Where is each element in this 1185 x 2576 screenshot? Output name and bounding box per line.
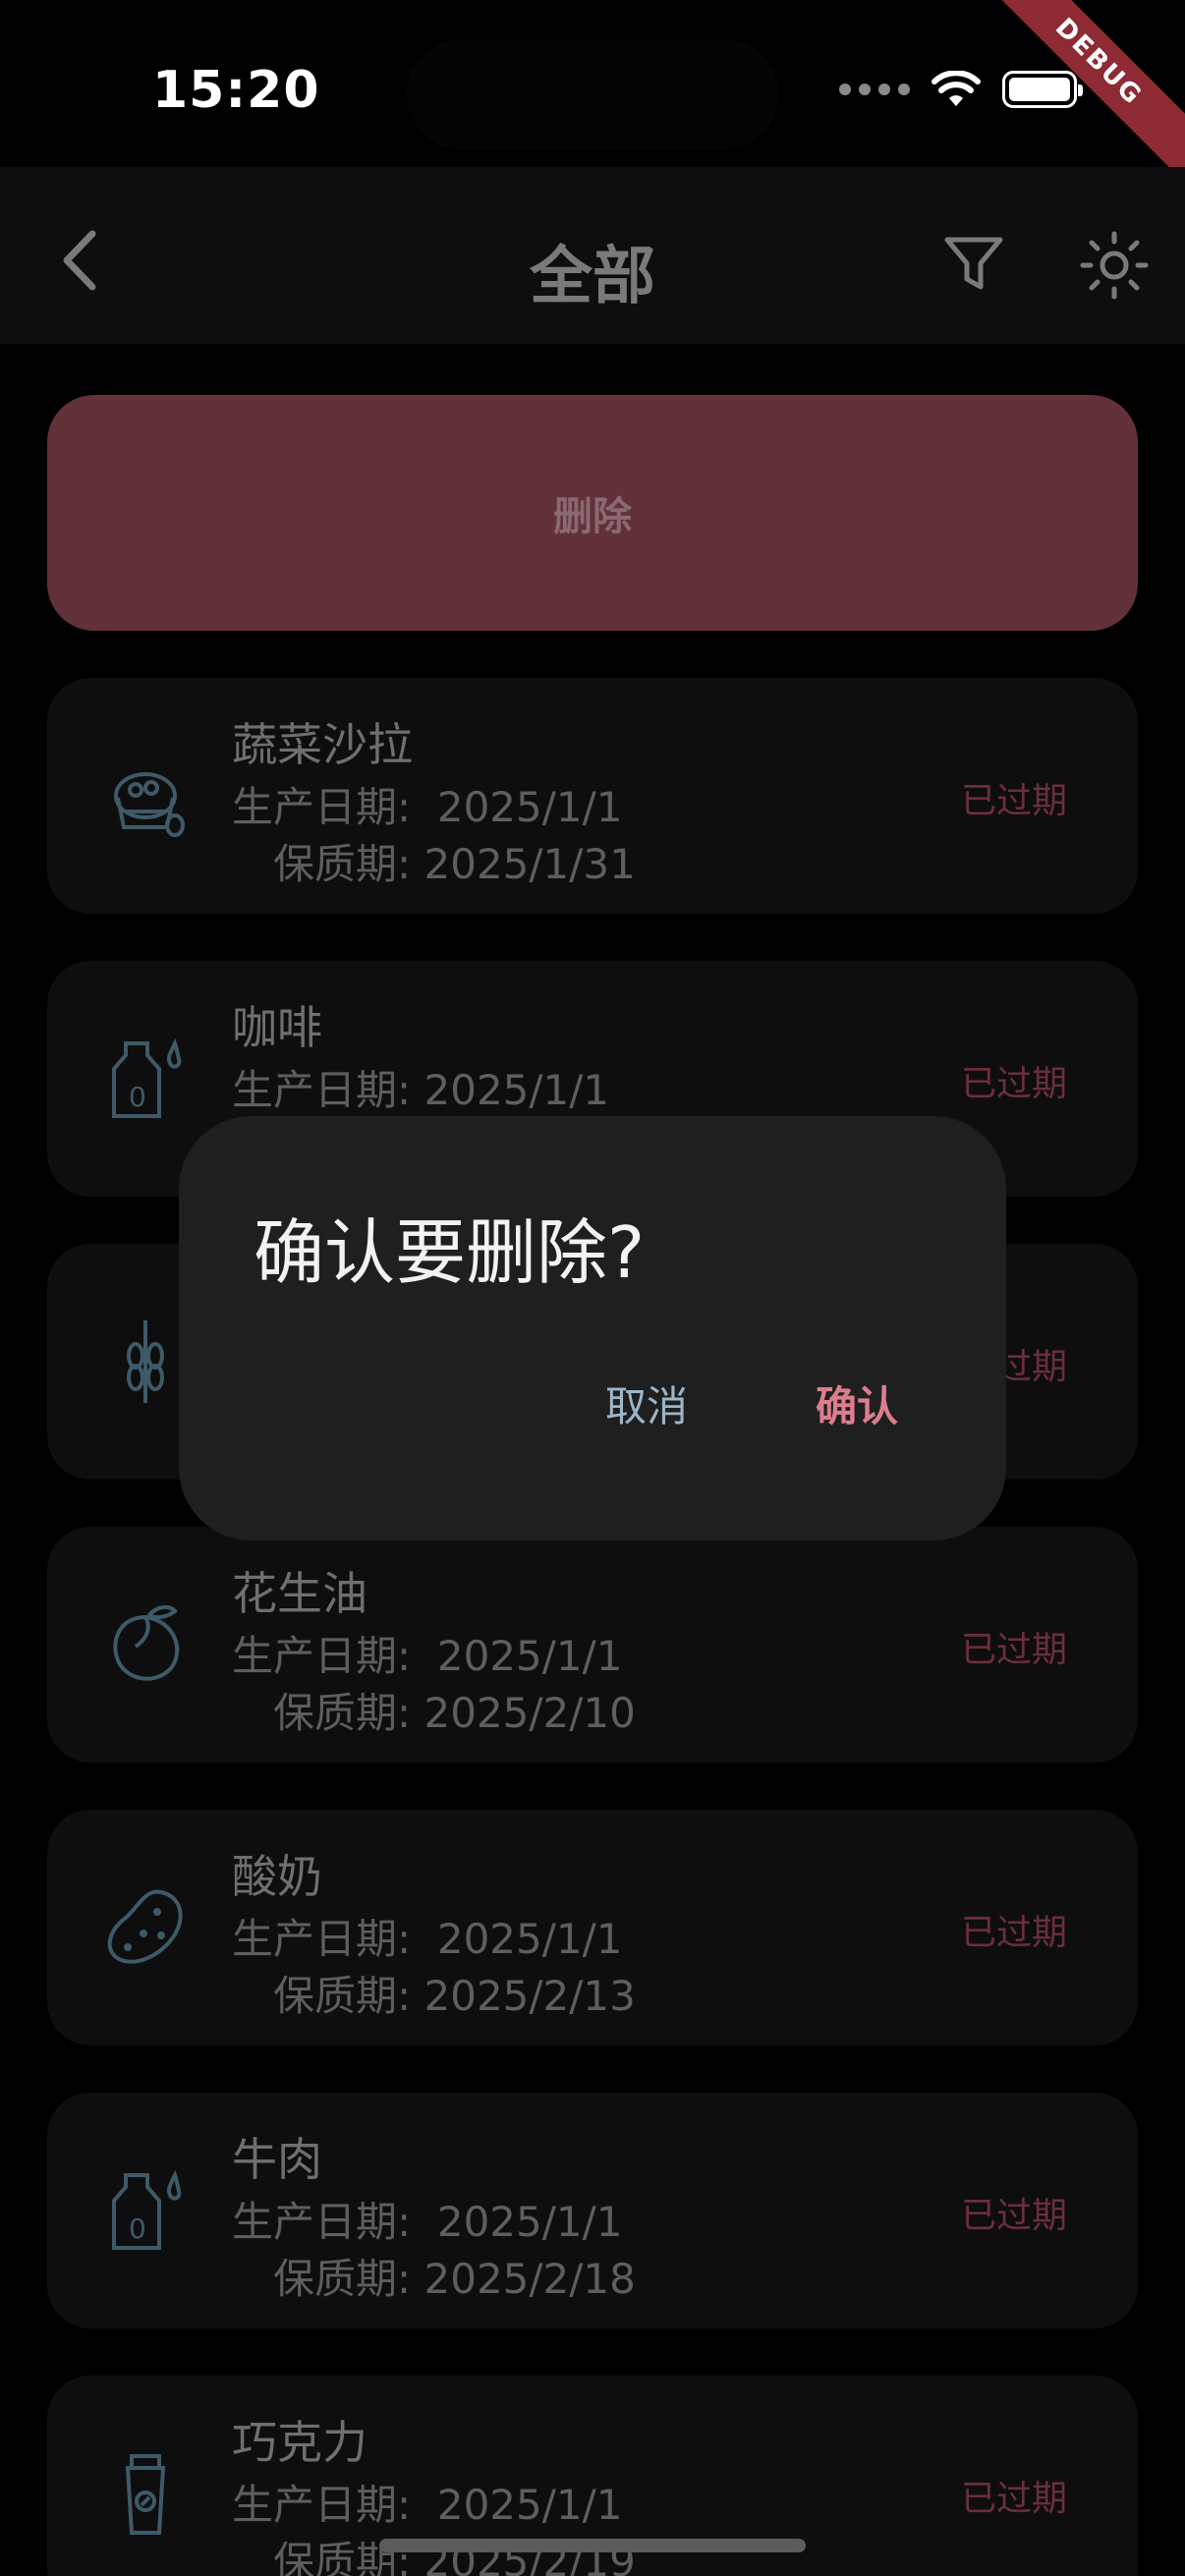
list-item[interactable]: 蔬菜沙拉 生产日期: 2025/1/1 保质期: 2025/1/31 已过期 [47,678,1138,914]
oil-bottle-icon: 0 [112,1037,182,1118]
oil-bottle-icon: 0 [112,2169,182,2250]
potato-icon [107,1889,183,1964]
status-badge: 已过期 [960,2479,1067,2519]
egg-basket-icon [114,772,185,837]
wifi-icon [931,71,981,106]
peach-icon [113,1604,180,1681]
item-name: 酸奶 [232,1850,322,1903]
confirm-button[interactable]: 确认 [798,1364,916,1443]
item-name: 蔬菜沙拉 [232,718,413,771]
drink-cup-icon [125,2454,166,2535]
production-date: 生产日期: 2025/1/1 [232,2198,623,2246]
filter-icon[interactable] [941,230,1006,295]
status-badge: 已过期 [960,1630,1067,1670]
cellular-signal-icon [839,84,910,95]
confirm-dialog: 确认要删除? 取消 确认 [179,1116,1006,1540]
dynamic-island [407,39,778,149]
list-item[interactable]: 酸奶 生产日期: 2025/1/1 保质期: 2025/2/13 已过期 [47,1810,1138,2045]
item-name: 巧克力 [232,2416,367,2469]
item-name: 牛肉 [232,2133,322,2186]
app-bar: 全部 [0,167,1185,344]
cancel-button[interactable]: 取消 [588,1364,705,1443]
production-date: 生产日期: 2025/1/1 [232,783,623,831]
status-badge: 已过期 [960,2196,1067,2236]
status-badge: 已过期 [960,781,1067,821]
production-date: 生产日期: 2025/1/1 [232,1066,610,1114]
page-title: 全部 [530,241,655,313]
production-date: 生产日期: 2025/1/1 [232,1632,623,1680]
status-time: 15:20 [152,61,320,120]
status-icons [839,71,1083,108]
production-date: 生产日期: 2025/1/1 [232,2481,623,2529]
list-item[interactable]: 0 牛肉 生产日期: 2025/1/1 保质期: 2025/2/18 已过期 [47,2093,1138,2328]
production-date: 生产日期: 2025/1/1 [232,1915,623,1963]
delete-button[interactable]: 删除 [47,395,1138,631]
item-name: 咖啡 [232,1001,322,1054]
status-badge: 已过期 [960,1913,1067,1953]
list-item[interactable]: 花生油 生产日期: 2025/1/1 保质期: 2025/2/10 已过期 [47,1527,1138,1763]
shelf-life: 保质期: 2025/2/13 [273,1972,636,2020]
item-name: 花生油 [232,1567,367,1620]
brightness-icon[interactable] [1079,230,1150,301]
shelf-life: 保质期: 2025/2/18 [273,2255,636,2303]
svg-text:0: 0 [129,2212,146,2245]
dialog-title: 确认要删除? [254,1211,646,1294]
shelf-life: 保质期: 2025/2/19 [273,2538,636,2576]
svg-text:0: 0 [129,1081,146,1113]
shelf-life: 保质期: 2025/1/31 [273,840,636,888]
delete-label: 删除 [553,494,632,539]
home-indicator[interactable] [379,2539,806,2552]
status-badge: 已过期 [960,1064,1067,1104]
shelf-life: 保质期: 2025/2/10 [273,1689,636,1737]
battery-icon [1002,71,1083,108]
